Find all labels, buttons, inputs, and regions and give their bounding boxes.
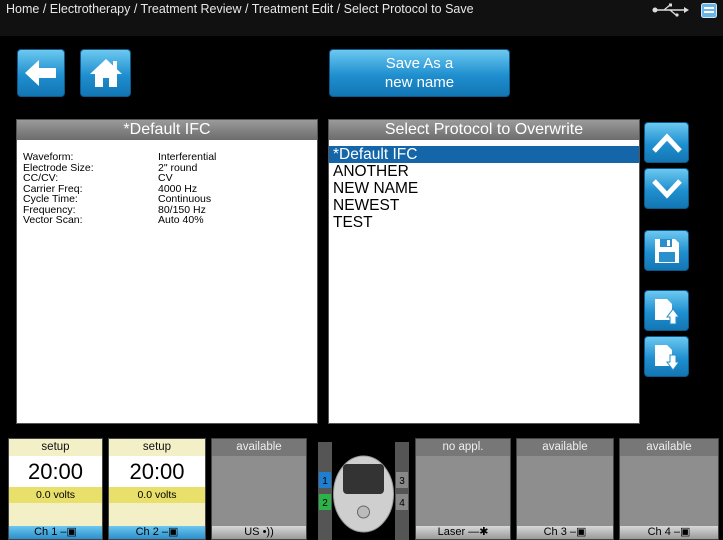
channel-label: US	[244, 526, 260, 538]
save-as-label-line2: new name	[384, 74, 455, 91]
top-bar: Home / Electrotherapy / Treatment Review…	[0, 0, 723, 36]
port-3-label: 3	[399, 476, 405, 487]
channel-footer: US •))	[212, 526, 306, 539]
electrode-icon: –▣	[569, 526, 587, 538]
protocol-list: *Default IFC ANOTHER NEW NAME NEWEST TES…	[329, 140, 639, 231]
channel-label: Laser	[437, 526, 466, 538]
usb-icon	[652, 3, 689, 17]
electrode-icon: –▣	[673, 526, 691, 538]
scroll-down-button[interactable]	[644, 168, 689, 209]
detail-value: CV	[158, 172, 173, 184]
channel-card-us[interactable]: available US •))	[211, 438, 307, 540]
drive-icon	[701, 3, 717, 18]
channel-status: available	[620, 439, 718, 456]
port-2-label: 2	[322, 498, 328, 509]
channel-status: no appl.	[416, 439, 510, 456]
channel-status: available	[212, 439, 306, 456]
channel-status: setup	[142, 441, 172, 453]
channel-card-ch2[interactable]: setup 20:00 0.0 volts Ch 2 –▣	[108, 438, 206, 540]
protocol-item-new-name[interactable]: NEW NAME	[329, 180, 639, 197]
port-4-label: 4	[399, 498, 405, 509]
protocol-item-test[interactable]: TEST	[329, 214, 639, 231]
channel-card-ch3[interactable]: available Ch 3 –▣	[516, 438, 614, 540]
channel-footer: Ch 4 –▣	[620, 526, 718, 539]
back-button[interactable]	[17, 49, 65, 97]
detail-label: CC/CV:	[23, 172, 59, 184]
detail-value: Interferential	[158, 151, 217, 163]
protocol-item-another[interactable]: ANOTHER	[329, 163, 639, 180]
protocol-details-panel: *Default IFC Waveform: Interferential Ele…	[16, 119, 318, 424]
channel-label: Ch 4	[647, 526, 671, 538]
channel-volts: 0.0 volts	[9, 487, 102, 503]
protocol-overwrite-title: Select Protocol to Overwrite	[329, 120, 639, 140]
home-icon	[89, 59, 122, 87]
protocol-details-title: *Default IFC	[17, 120, 317, 140]
detail-value: Continuous	[158, 193, 212, 205]
detail-row: Vector Scan: Auto 40%	[23, 215, 317, 226]
export-up-icon	[654, 298, 680, 324]
scroll-up-button[interactable]	[644, 122, 689, 163]
arrow-left-icon	[25, 60, 56, 86]
channel-footer: Ch 1 –▣	[9, 526, 102, 539]
protocol-item-default-ifc[interactable]: *Default IFC	[329, 146, 639, 163]
import-down-icon	[654, 344, 680, 371]
channel-label: Ch 3	[543, 526, 567, 538]
save-as-new-name-button[interactable]: Save As a new name	[329, 49, 510, 97]
save-as-label-line1: Save As a	[385, 55, 454, 72]
channel-footer: Laser —✱	[416, 526, 510, 539]
detail-row: CC/CV: CV	[23, 173, 317, 184]
channel-label: Ch 2	[135, 526, 159, 538]
protocol-overwrite-panel: Select Protocol to Overwrite *Default IF…	[328, 119, 640, 424]
detail-row: Waveform: Interferential	[23, 152, 317, 163]
home-button[interactable]	[80, 49, 131, 97]
device-illustration: 1 2 3 4	[318, 442, 409, 540]
detail-label: Waveform:	[23, 151, 74, 163]
laser-icon: —✱	[468, 526, 489, 538]
electrode-icon: –▣	[60, 526, 77, 538]
chevron-down-icon	[651, 178, 682, 199]
protocol-item-newest[interactable]: NEWEST	[329, 197, 639, 214]
electrode-icon: –▣	[161, 526, 179, 538]
save-protocol-button[interactable]	[644, 230, 689, 271]
export-protocol-button[interactable]	[644, 290, 689, 331]
save-disk-icon	[654, 238, 679, 263]
channel-footer: Ch 3 –▣	[517, 526, 613, 539]
detail-row: Cycle Time: Continuous	[23, 194, 317, 205]
channel-label: Ch 1	[34, 526, 58, 538]
channel-card-ch1[interactable]: setup 20:00 0.0 volts Ch 1 –▣	[8, 438, 103, 540]
channel-time: 20:00	[9, 456, 102, 487]
detail-label: Cycle Time:	[23, 193, 78, 205]
breadcrumb: Home / Electrotherapy / Treatment Review…	[6, 2, 474, 16]
detail-value: Auto 40%	[158, 214, 204, 226]
chevron-up-icon	[651, 132, 682, 153]
channel-card-ch4[interactable]: available Ch 4 –▣	[619, 438, 719, 540]
channel-footer: Ch 2 –▣	[109, 526, 205, 539]
port-1-label: 1	[322, 476, 328, 487]
channel-time: 20:00	[109, 456, 205, 487]
detail-label: Vector Scan:	[23, 214, 83, 226]
protocol-details: Waveform: Interferential Electrode Size: 2…	[17, 140, 317, 226]
channel-volts: 0.0 volts	[109, 487, 205, 503]
import-protocol-button[interactable]	[644, 336, 689, 377]
channel-status: available	[517, 439, 613, 456]
channel-card-laser[interactable]: no appl. Laser —✱	[415, 438, 511, 540]
ultrasound-icon: •))	[262, 526, 274, 538]
channel-status: setup	[41, 441, 70, 453]
